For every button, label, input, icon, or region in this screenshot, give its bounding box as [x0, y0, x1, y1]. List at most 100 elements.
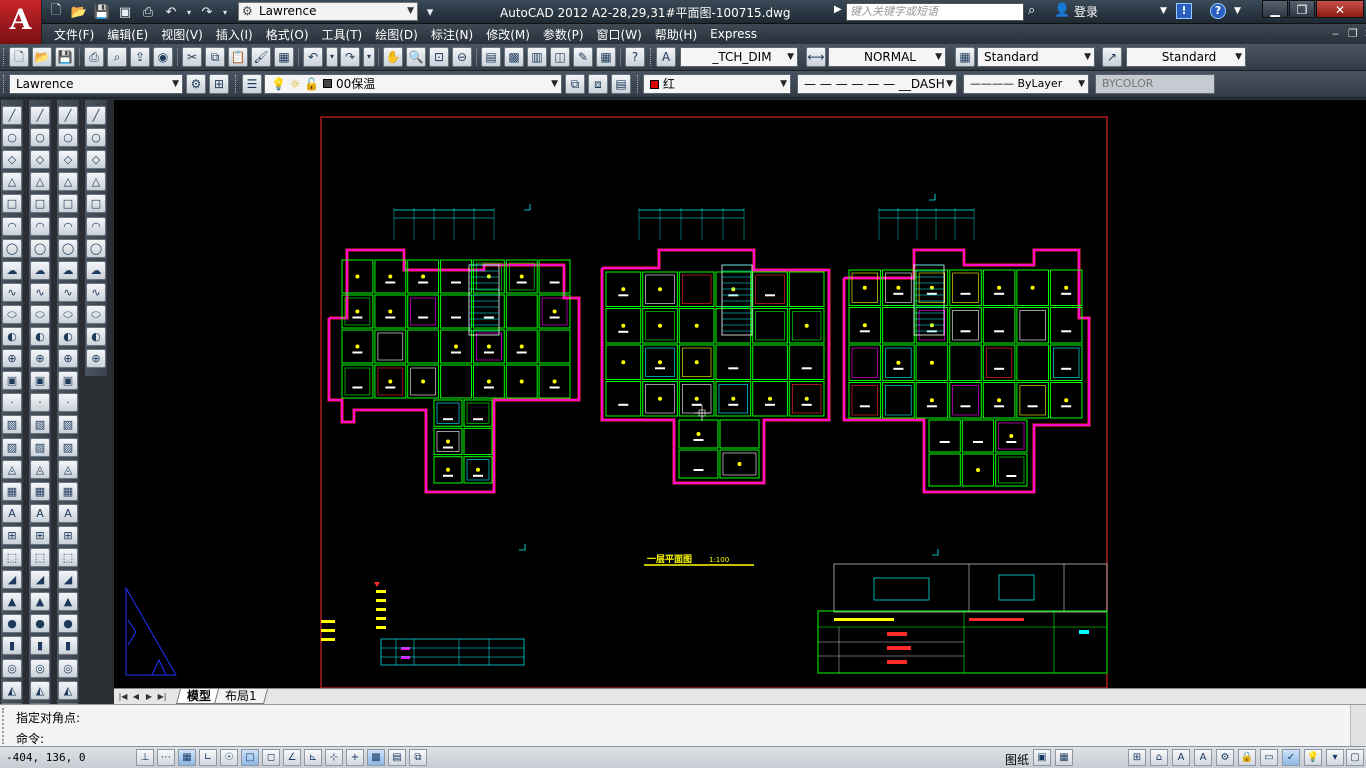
3d-align-icon[interactable]: ◭	[30, 680, 50, 700]
table-style-icon[interactable]: ▦	[955, 47, 975, 67]
redo-dropdown-icon[interactable]: ▾	[220, 2, 230, 22]
revolve-icon[interactable]: ⊞	[30, 525, 50, 545]
explode-icon[interactable]: ▨	[30, 437, 50, 457]
offset-icon[interactable]: △	[30, 172, 50, 192]
login-link[interactable]: 登录	[1074, 3, 1098, 20]
sweep-icon[interactable]: A	[30, 503, 50, 523]
plotstyle-combo[interactable]: NORMAL ▼	[828, 47, 946, 67]
construction-line-icon[interactable]: ○	[2, 128, 22, 148]
exchange-icon[interactable]: !	[1176, 3, 1192, 19]
view-back-icon[interactable]: ◠	[58, 216, 78, 236]
binoculars-icon[interactable]: ⌕	[1028, 3, 1035, 18]
menu-view[interactable]: 视图(V)	[161, 26, 203, 43]
save-as-icon[interactable]: ▣	[115, 2, 135, 22]
menu-file[interactable]: 文件(F)	[54, 26, 94, 43]
plot-icon[interactable]: ⎙	[138, 2, 158, 22]
snap-from-icon[interactable]: ○	[86, 128, 106, 148]
region-icon[interactable]: ◬	[2, 459, 22, 479]
presspull-icon[interactable]: ▦	[30, 481, 50, 501]
view-ne-iso-icon[interactable]: ∿	[58, 282, 78, 302]
render-icon[interactable]: ▲	[58, 592, 78, 612]
hatch-icon[interactable]: ▧	[2, 415, 22, 435]
application-menu-button[interactable]: A	[0, 0, 42, 44]
quick-properties-icon[interactable]: ▤	[388, 749, 406, 766]
snap-extension-icon[interactable]: ◯	[86, 238, 106, 258]
camera-icon[interactable]: ◐	[58, 327, 78, 346]
trim-icon[interactable]: ⬭	[30, 304, 50, 324]
snap-parallel-icon[interactable]: ⊕	[86, 349, 106, 369]
minimize-button[interactable]: ▁	[1262, 0, 1288, 18]
user-icon[interactable]: 👤	[1054, 3, 1070, 18]
layer-previous-icon[interactable]: ⧈	[588, 74, 608, 94]
quickcalc-icon[interactable]: ▦	[596, 47, 616, 67]
annotation-visibility-icon[interactable]: A	[1172, 749, 1190, 766]
undo-icon[interactable]: ↶	[303, 47, 323, 67]
prev-tab-icon[interactable]: ◀	[130, 689, 142, 704]
make-block-icon[interactable]: ▣	[2, 371, 22, 391]
next-tab-icon[interactable]: ▶	[143, 689, 155, 704]
drawing-canvas[interactable]: 一层平面图 1:100	[114, 100, 1366, 688]
fillet-icon[interactable]: ▧	[30, 415, 50, 435]
union-icon[interactable]: ◢	[30, 570, 50, 590]
gradient-icon[interactable]: ▨	[2, 437, 22, 457]
menu-modify[interactable]: 修改(M)	[486, 26, 530, 43]
pan-icon[interactable]: ✋	[383, 47, 403, 67]
layer-states-icon[interactable]: ▤	[611, 74, 631, 94]
zoom-realtime-icon[interactable]: 🔍	[406, 47, 426, 67]
object-snap-tracking-icon[interactable]: ∠	[283, 749, 301, 766]
workspace-switching-icon[interactable]: ⚙	[1216, 749, 1234, 766]
lineweight-combo[interactable]: ———— ByLayer ▼	[963, 74, 1089, 94]
hardware-acceleration-icon[interactable]: ▭	[1260, 749, 1278, 766]
view-nw-iso-icon[interactable]: ⬭	[58, 304, 78, 324]
command-window-grip[interactable]	[2, 708, 10, 744]
break-icon[interactable]: ⊕	[30, 349, 50, 369]
snap-midpoint-icon[interactable]: △	[86, 172, 106, 192]
quick-view-drawings-icon[interactable]: ▦	[1055, 749, 1073, 766]
point-icon[interactable]: ·	[2, 393, 22, 413]
table-icon[interactable]: ▦	[2, 481, 22, 501]
close-button[interactable]: ✕	[1316, 0, 1364, 18]
menu-format[interactable]: 格式(O)	[266, 26, 309, 43]
ellipse-arc-icon[interactable]: ◐	[2, 327, 22, 346]
arc-icon[interactable]: ◠	[2, 216, 22, 236]
steering-wheel-icon[interactable]: ◭	[58, 680, 78, 700]
snap-mode-icon[interactable]: ⋯	[157, 749, 175, 766]
tablestyle-combo[interactable]: Standard ▼	[1126, 47, 1246, 67]
rectangle-icon[interactable]: □	[2, 194, 22, 214]
new-file-icon[interactable]: 🗋	[46, 2, 66, 22]
save-icon[interactable]: 💾	[55, 47, 75, 67]
ortho-mode-icon[interactable]: ∟	[199, 749, 217, 766]
multileader-style-icon[interactable]: ↗	[1102, 47, 1122, 67]
publish-icon[interactable]: ⇪	[130, 47, 150, 67]
status-bar-menu-icon[interactable]: 💡	[1304, 749, 1322, 766]
linetype-combo[interactable]: — — — — — — __DASH ▼	[797, 74, 957, 94]
subtract-icon[interactable]: ▲	[30, 592, 50, 612]
snap-perpendicular-icon[interactable]: ◐	[86, 327, 106, 346]
copy-icon[interactable]: ○	[30, 128, 50, 148]
polygon-icon[interactable]: △	[2, 172, 22, 192]
menu-express[interactable]: Express	[710, 27, 757, 41]
hidden-icon[interactable]: A	[58, 503, 78, 523]
view-front-icon[interactable]: □	[58, 194, 78, 214]
match-properties-icon[interactable]: 🖌	[251, 47, 271, 67]
transparency-icon[interactable]: ▩	[367, 749, 385, 766]
view-top-icon[interactable]: ╱	[58, 106, 78, 125]
toolbar-grip[interactable]	[650, 48, 653, 66]
save-icon[interactable]: 💾	[92, 2, 112, 22]
3d-wireframe-icon[interactable]: ▦	[58, 481, 78, 501]
mirror-icon[interactable]: ◇	[30, 150, 50, 170]
redo-icon[interactable]: ↷	[340, 47, 360, 67]
paste-icon[interactable]: 📋	[228, 47, 248, 67]
isolate-objects-icon[interactable]: ✓	[1282, 749, 1300, 766]
realistic-icon[interactable]: ⊞	[58, 525, 78, 545]
3d-move-icon[interactable]: ▮	[30, 636, 50, 656]
mtext-icon[interactable]: A	[2, 503, 22, 523]
rotate-icon[interactable]: ◯	[30, 238, 50, 258]
annotation-scale-icon[interactable]: ⌂	[1150, 749, 1168, 766]
view-se-iso-icon[interactable]: ☁	[58, 260, 78, 280]
command-prompt[interactable]: 命令:	[16, 730, 44, 747]
new-icon[interactable]: 🗋	[9, 47, 29, 67]
infer-constraints-icon[interactable]: ⊥	[136, 749, 154, 766]
join-icon[interactable]: ▣	[30, 371, 50, 391]
orbit-zoom-icon[interactable]: ◎	[58, 658, 78, 678]
